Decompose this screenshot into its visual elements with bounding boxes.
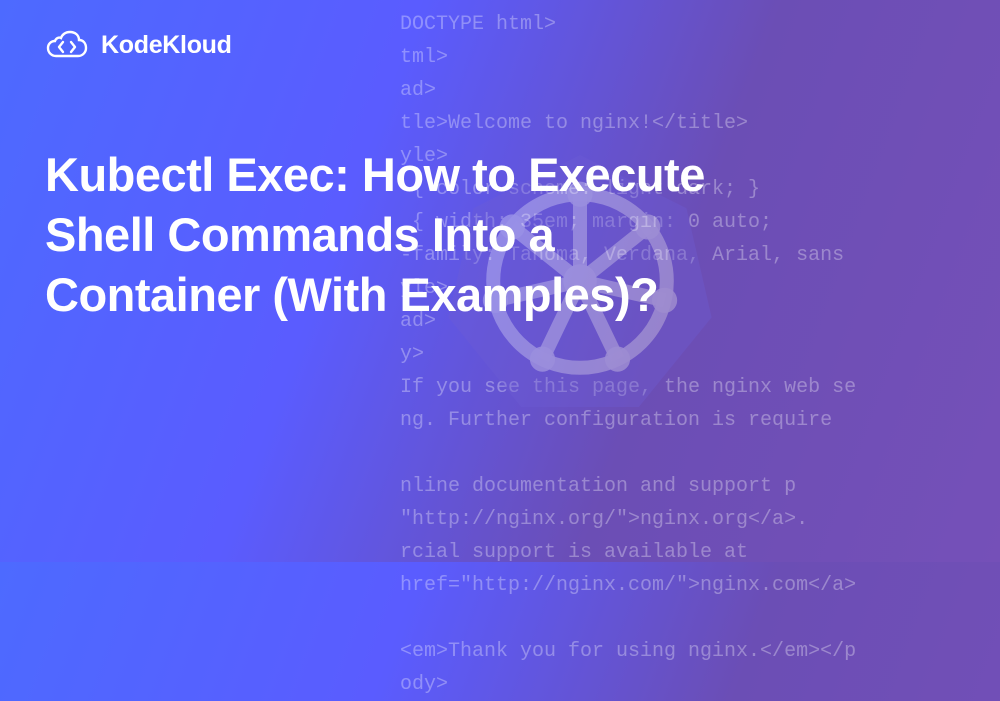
cloud-code-icon (45, 30, 89, 60)
brand-name: KodeKloud (101, 31, 232, 60)
page-title: Kubectl Exec: How to Execute Shell Comma… (45, 145, 745, 325)
brand-logo: KodeKloud (45, 30, 232, 60)
